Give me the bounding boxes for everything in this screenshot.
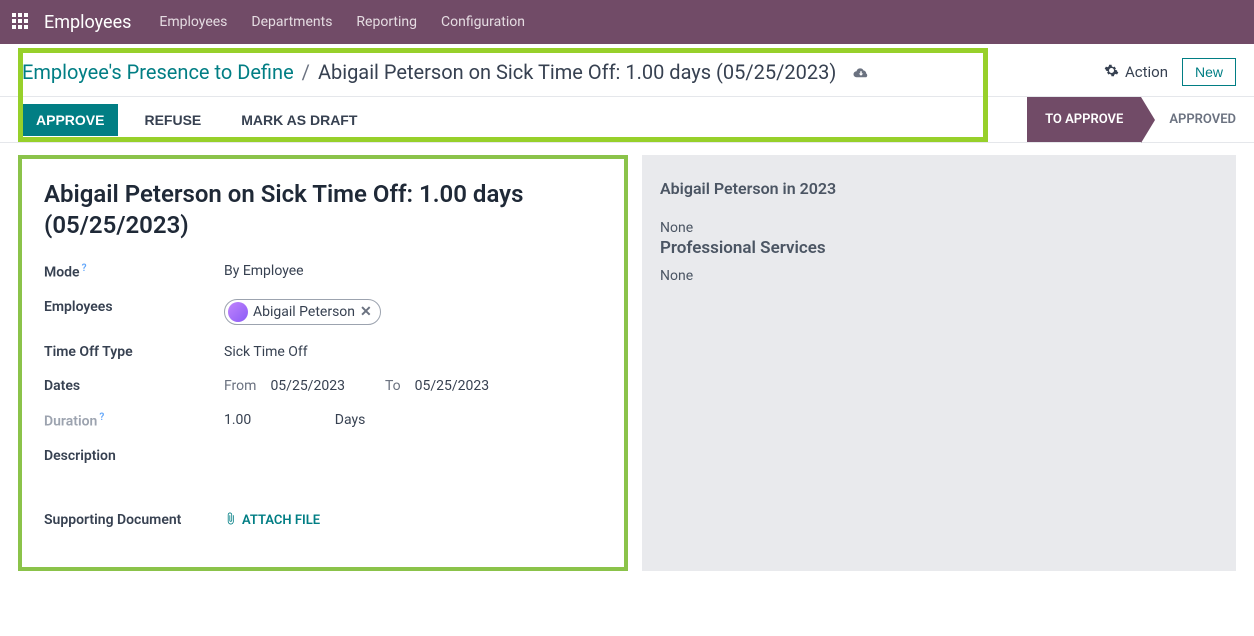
side-department: Professional Services	[660, 238, 1218, 258]
paperclip-icon	[224, 512, 237, 529]
breadcrumb-current: Abigail Peterson on Sick Time Off: 1.00 …	[318, 60, 836, 84]
duration-number[interactable]: 1.00	[224, 412, 251, 428]
content-area: Abigail Peterson on Sick Time Off: 1.00 …	[0, 143, 1254, 583]
duration-unit: Days	[335, 412, 366, 428]
from-date[interactable]: 05/25/2023	[270, 378, 345, 394]
nav-departments[interactable]: Departments	[251, 14, 332, 30]
duration-label: Duration?	[44, 412, 224, 430]
help-icon[interactable]: ?	[82, 263, 87, 274]
remove-tag-icon[interactable]: ✕	[360, 304, 372, 320]
apps-grid-icon[interactable]	[12, 13, 30, 31]
to-date[interactable]: 05/25/2023	[415, 378, 490, 394]
employee-tag-label: Abigail Peterson	[253, 304, 355, 320]
attach-file-button[interactable]: ATTACH FILE	[224, 512, 320, 529]
help-icon[interactable]: ?	[99, 412, 104, 423]
nav-employees[interactable]: Employees	[159, 14, 227, 30]
side-line: None	[660, 220, 1218, 236]
refuse-button[interactable]: REFUSE	[130, 104, 215, 136]
cloud-icon[interactable]	[852, 60, 870, 84]
mode-label: Mode?	[44, 263, 224, 281]
supporting-document-value: ATTACH FILE	[224, 512, 602, 529]
breadcrumb-separator: /	[302, 60, 310, 84]
attach-file-label: ATTACH FILE	[242, 513, 320, 528]
description-label: Description	[44, 448, 224, 464]
top-navbar: Employees Employees Departments Reportin…	[0, 0, 1254, 44]
status-actions: APPROVE REFUSE MARK AS DRAFT	[22, 104, 371, 136]
side-line: None	[660, 268, 1218, 284]
mark-as-draft-button[interactable]: MARK AS DRAFT	[227, 104, 371, 136]
nav-configuration[interactable]: Configuration	[441, 14, 525, 30]
time-off-type-value[interactable]: Sick Time Off	[224, 344, 602, 360]
side-panel: Abigail Peterson in 2023 None Profession…	[642, 155, 1236, 571]
stage-to-approve[interactable]: TO APPROVE	[1027, 97, 1141, 142]
header-actions: Action New	[1104, 58, 1236, 86]
action-button[interactable]: Action	[1104, 63, 1168, 82]
record-title: Abigail Peterson on Sick Time Off: 1.00 …	[44, 179, 602, 241]
app-title: Employees	[44, 12, 131, 33]
employee-tag[interactable]: Abigail Peterson ✕	[224, 299, 381, 325]
time-off-type-label: Time Off Type	[44, 344, 224, 360]
nav-reporting[interactable]: Reporting	[356, 14, 417, 30]
employees-value[interactable]: Abigail Peterson ✕	[224, 299, 602, 326]
breadcrumb-bar: Employee's Presence to Define / Abigail …	[0, 44, 1254, 97]
to-label: To	[385, 378, 401, 394]
breadcrumb: Employee's Presence to Define / Abigail …	[22, 60, 870, 84]
breadcrumb-link[interactable]: Employee's Presence to Define	[22, 60, 294, 84]
form-panel: Abigail Peterson on Sick Time Off: 1.00 …	[18, 155, 628, 571]
from-label: From	[224, 378, 256, 394]
employees-label: Employees	[44, 299, 224, 315]
approve-button[interactable]: APPROVE	[22, 104, 118, 136]
duration-value: 1.00 Days	[224, 412, 602, 428]
dates-label: Dates	[44, 378, 224, 394]
mode-value[interactable]: By Employee	[224, 263, 602, 279]
stage-approved[interactable]: APPROVED	[1141, 97, 1254, 142]
new-button[interactable]: New	[1182, 58, 1236, 86]
status-stages: TO APPROVE APPROVED	[1027, 97, 1254, 142]
action-label: Action	[1125, 63, 1168, 81]
side-panel-title: Abigail Peterson in 2023	[660, 179, 1218, 198]
gear-icon	[1104, 63, 1119, 82]
dates-value: From 05/25/2023 To 05/25/2023	[224, 378, 602, 394]
supporting-document-label: Supporting Document	[44, 512, 224, 528]
status-bar: APPROVE REFUSE MARK AS DRAFT TO APPROVE …	[0, 97, 1254, 143]
avatar	[228, 302, 248, 322]
